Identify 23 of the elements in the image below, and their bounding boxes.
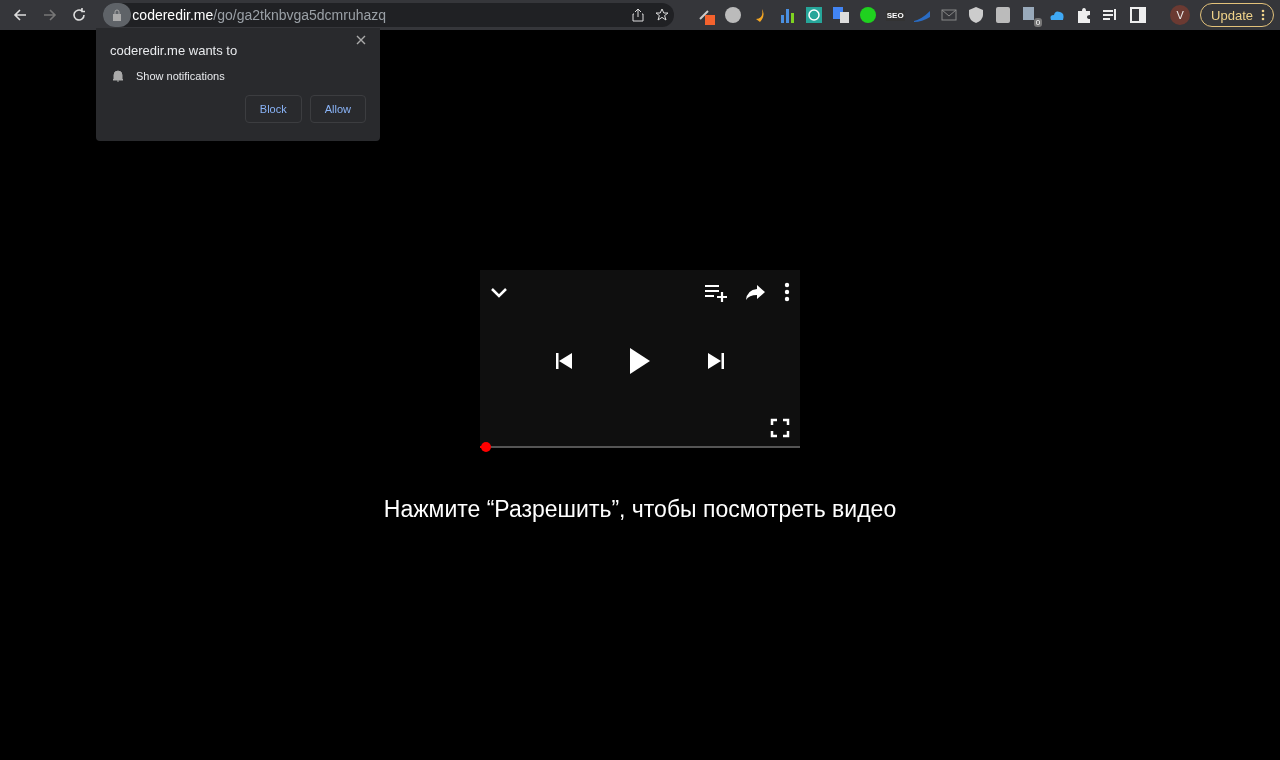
play-icon [629,347,651,375]
reload-icon[interactable] [72,8,87,22]
url-path: /go/ga2tknbvga5dcmruhazq [213,7,388,23]
bell-icon [112,69,124,82]
popup-title: coderedir.me wants to [110,43,239,58]
url-host: coderedir.me [132,7,214,23]
back-arrow-icon[interactable] [12,8,27,22]
previous-icon [555,352,573,370]
more-icon [782,281,792,303]
more-icon [1261,9,1265,21]
popup-button[interactable]: Allow [309,95,366,123]
extension-badge: 0 [1033,18,1043,27]
lock-icon[interactable] [103,3,132,27]
address-bar[interactable]: coderedir.me/go/ga2tknbvga5dcmruhazq [103,3,675,27]
caption-text: Нажмите “Разрешить”, чтобы посмотреть видео [383,496,897,523]
forward-arrow-icon[interactable] [42,8,57,22]
progress-thumb[interactable] [481,442,492,452]
popup-button[interactable]: Block [244,95,302,123]
seo-label: SEO [885,9,905,21]
profile-avatar[interactable]: V [1170,5,1191,25]
fullscreen-icon [770,418,790,438]
permission-text: Show notifications [136,69,225,82]
next-icon [707,352,725,370]
